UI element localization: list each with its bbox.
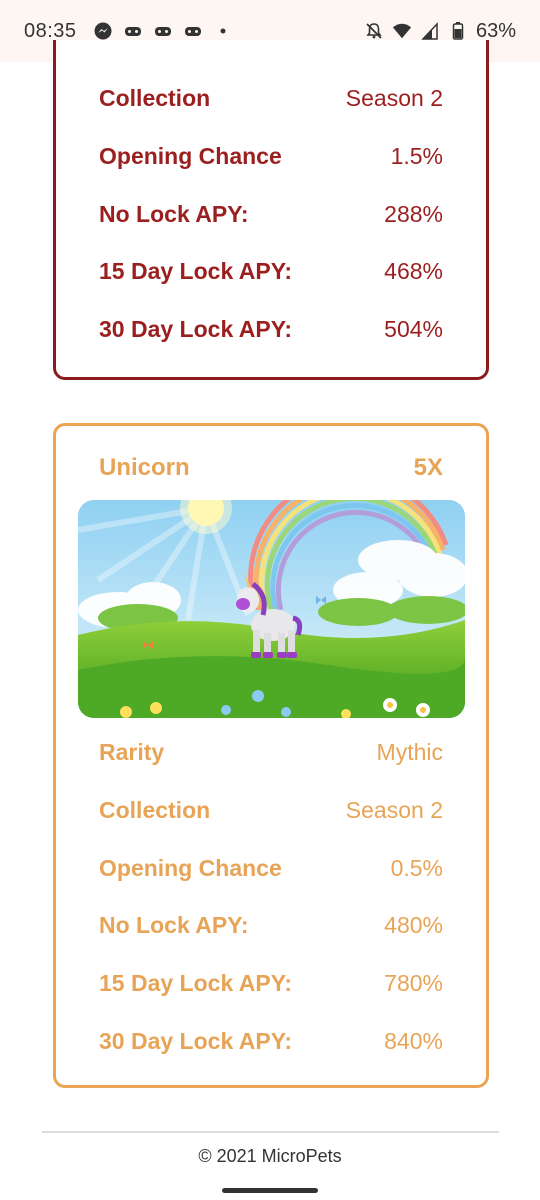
row-value: 0.5% [390,855,443,881]
row-value: 840% [384,1028,443,1054]
card-header: Unicorn 5X [99,454,443,482]
unicorn-image [78,500,465,718]
notifications-off-icon [364,21,384,41]
dot-icon [213,21,233,41]
game-controller-icon [123,21,143,41]
info-row-no-lock-apy: No Lock APY: 288% [99,201,443,228]
footer-divider [42,1131,499,1133]
row-value: 504% [384,316,443,342]
row-label: Rarity [99,739,165,765]
home-indicator[interactable] [222,1188,318,1193]
row-label: 15 Day Lock APY: [99,258,293,284]
row-label: Opening Chance [99,143,282,169]
info-row-collection: Collection Season 2 [99,797,443,824]
row-label: 15 Day Lock APY: [99,970,293,996]
info-row-opening-chance: Opening Chance 0.5% [99,855,443,882]
row-value: 1.5% [390,143,443,169]
info-row-30-day-lock-apy: 30 Day Lock APY: 504% [99,316,443,343]
game-controller-icon [183,21,203,41]
pet-card-previous: Collection Season 2 Opening Chance 1.5% … [53,40,489,380]
row-value: 480% [384,912,443,938]
row-label: Opening Chance [99,855,282,881]
info-row-rarity: Rarity Mythic [99,739,443,766]
game-controller-icon [153,21,173,41]
row-value: 780% [384,970,443,996]
row-label: No Lock APY: [99,201,249,227]
row-label: Collection [99,797,211,823]
row-value: 288% [384,201,443,227]
info-row-no-lock-apy: No Lock APY: 480% [99,912,443,939]
row-value: 468% [384,258,443,284]
info-row-opening-chance: Opening Chance 1.5% [99,143,443,170]
info-row-collection: Collection Season 2 [99,85,443,112]
row-label: No Lock APY: [99,912,249,938]
footer-copyright: © 2021 MicroPets [198,1146,342,1166]
messenger-icon [93,21,113,41]
wifi-icon [392,21,412,41]
battery-icon [448,21,468,41]
info-row-15-day-lock-apy: 15 Day Lock APY: 780% [99,970,443,997]
info-row-30-day-lock-apy: 30 Day Lock APY: 840% [99,1028,443,1055]
pet-card-unicorn: Unicorn 5X Rarity Mythic Collection Seas… [53,423,489,1088]
signal-icon [420,21,440,41]
row-value: Season 2 [345,797,443,823]
row-label: Collection [99,85,211,111]
pet-name: Unicorn [99,454,190,481]
row-value: Mythic [376,739,443,765]
info-row-15-day-lock-apy: 15 Day Lock APY: 468% [99,258,443,285]
row-value: Season 2 [345,85,443,111]
pet-multiplier: 5X [413,454,443,481]
row-label: 30 Day Lock APY: [99,316,293,342]
row-label: 30 Day Lock APY: [99,1028,293,1054]
